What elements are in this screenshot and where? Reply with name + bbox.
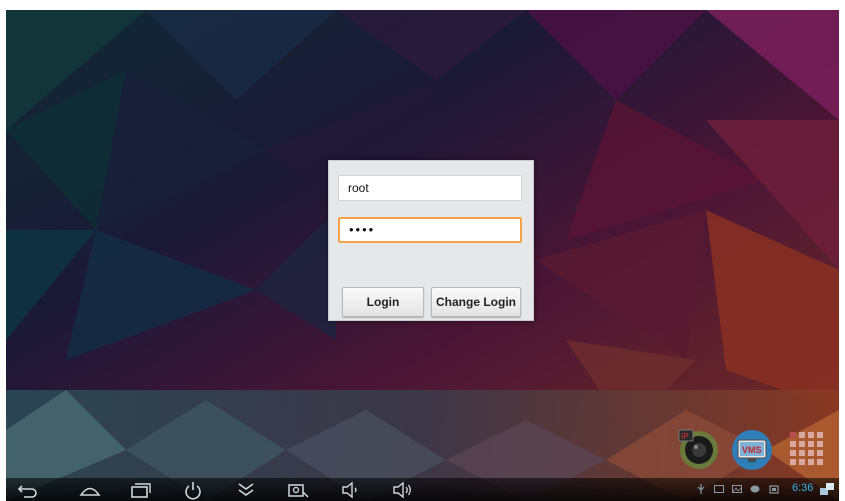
navigation-bar: 6:36	[6, 478, 839, 501]
power-icon[interactable]	[181, 480, 205, 500]
screenshot-icon[interactable]	[286, 480, 310, 500]
login-dialog: •••• Login Change Login	[328, 160, 534, 321]
svg-text:VMS: VMS	[742, 445, 762, 455]
notification-chat-icon[interactable]	[750, 484, 760, 494]
notification-image-icon[interactable]	[732, 484, 742, 494]
password-field[interactable]: ••••	[338, 217, 522, 243]
change-login-button[interactable]: Change Login	[431, 287, 521, 317]
username-field[interactable]	[338, 175, 522, 201]
vms-app-shortcut[interactable]: VMS	[729, 426, 775, 472]
collapse-icon[interactable]	[234, 480, 258, 500]
home-icon[interactable]	[78, 480, 102, 500]
app-grid-icon	[790, 432, 823, 465]
notification-screen-icon[interactable]	[714, 484, 724, 494]
back-icon[interactable]	[16, 480, 40, 500]
network-icon	[820, 483, 834, 495]
app-drawer-button[interactable]	[784, 426, 830, 472]
login-button[interactable]: Login	[342, 287, 424, 317]
volume-up-icon[interactable]	[391, 480, 415, 500]
svg-text:IP: IP	[681, 432, 689, 441]
usb-icon	[697, 484, 705, 494]
clock: 6:36	[792, 482, 814, 494]
recent-apps-icon[interactable]	[128, 480, 152, 500]
notification-storage-icon[interactable]	[769, 484, 779, 494]
vms-monitor-icon: VMS	[732, 430, 772, 470]
camera-app-shortcut[interactable]: IP	[674, 426, 720, 472]
volume-down-icon[interactable]	[339, 480, 363, 500]
android-screen: •••• Login Change Login IP VMS	[6, 10, 839, 501]
camera-lens-icon: IP	[678, 429, 718, 469]
